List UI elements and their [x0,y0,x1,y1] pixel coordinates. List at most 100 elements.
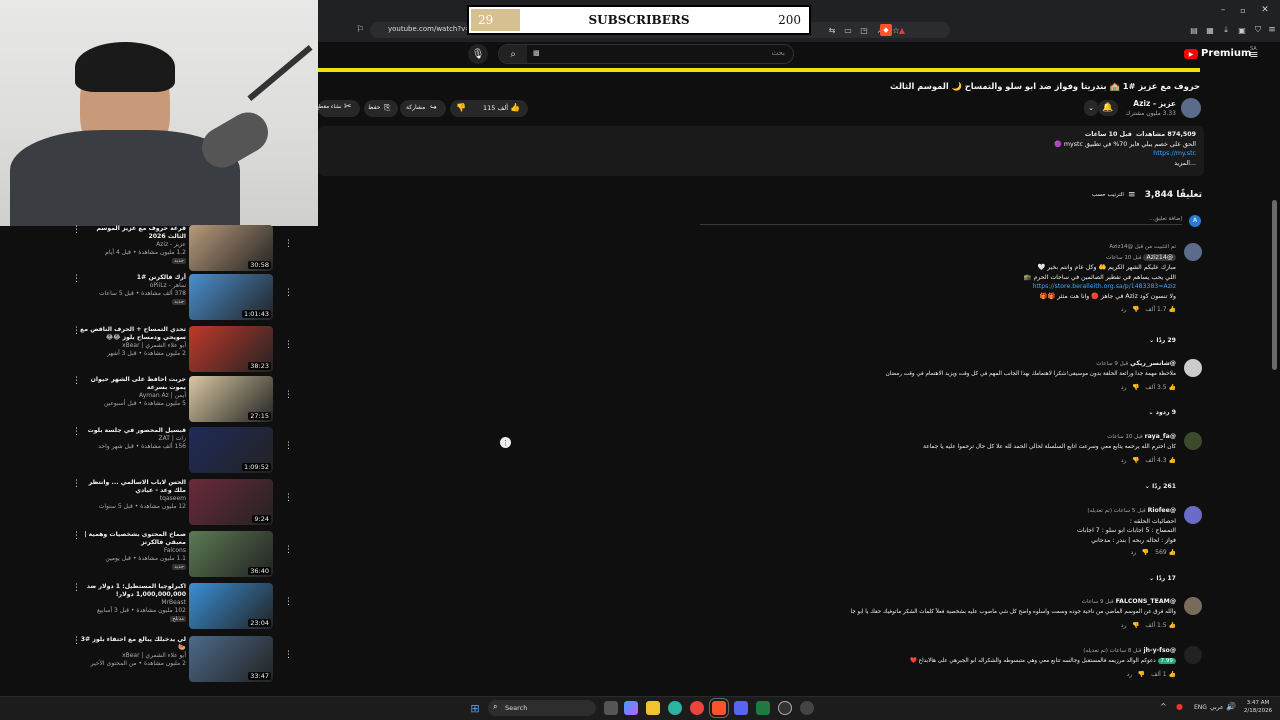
comment-reply-button[interactable]: رد [1121,457,1127,464]
replies-toggle[interactable]: 17 ردًا ⌄ [1100,575,1176,582]
clip-button[interactable]: ✂ إنشاء مقطع [316,100,360,117]
discord-icon[interactable] [734,701,748,715]
taskbar-search[interactable]: ⌕ Search [488,700,596,716]
more-options-icon[interactable]: ⋮ [72,225,81,235]
more-options-icon[interactable]: ⋮ [284,493,293,503]
comment-like-icon[interactable]: 👍 [1169,622,1176,629]
more-options-icon[interactable]: ⋮ [284,239,293,249]
recommendation-title[interactable]: قبسيل المحصور في جلسة بلوت [78,427,186,435]
more-options-icon[interactable]: ⋮ [72,326,81,336]
recommendation-card[interactable]: 36:40 صماخ المحتوى بشخصيات وهمية | معبقي … [66,531,296,583]
obs-icon[interactable] [778,701,792,715]
comment-reply-button[interactable]: رد [1121,384,1127,391]
edge-icon[interactable] [668,701,682,715]
recommendation-card[interactable]: 23:04 اكبرلوجيا المستطيل: 1 دولار ضد 1,00… [66,583,296,635]
task-view-icon[interactable] [604,701,618,715]
comment-dislike-icon[interactable]: 👎 [1132,306,1139,313]
recommendation-title[interactable]: لي يدخبلك يبالع مع احتفاء بلوز #3 🍉 [78,636,186,652]
vpn-icon[interactable]: ⛉ [1252,24,1264,36]
description-link[interactable]: https://my.stc [800,149,1196,159]
comment-dislike-icon[interactable]: 👎 [1142,549,1149,556]
comment-like-icon[interactable]: 👍 [1169,306,1176,313]
more-options-icon[interactable]: ⋮ [72,274,81,284]
tray-mic-icon[interactable]: ● [1176,702,1183,711]
comment-dislike-icon[interactable]: 👎 [1138,671,1145,678]
more-options-icon[interactable]: ⋮ [72,376,81,386]
recommendation-thumbnail[interactable]: 30:58 [189,225,273,271]
more-options-icon[interactable]: ⋮ [284,390,293,400]
clock[interactable]: 3:47 AM 2/18/2026 [1240,699,1276,715]
more-options-icon[interactable]: ⋮ [284,597,293,607]
comment-like-icon[interactable]: 👍 [1169,549,1176,556]
subscribe-dropdown-chevron-icon[interactable]: ⌄ [1084,100,1098,116]
dislike-button[interactable]: 👎 [456,103,466,112]
screenshot-icon[interactable]: ◳ [858,24,870,36]
app-icon[interactable] [800,701,814,715]
sort-comments-button[interactable]: الترتيب حسب ≡ [1086,190,1140,202]
comment-dislike-icon[interactable]: 👎 [1132,622,1139,629]
minimize-window-icon[interactable]: – [1216,4,1230,16]
comment-like-icon[interactable]: 👍 [1169,384,1176,391]
recommendation-card[interactable]: 38:23 تحدي التمساح + الحرف الناقص مع سويح… [66,326,296,378]
comment-avatar[interactable] [1184,359,1202,377]
bookmark-icon[interactable]: ⚐ [354,24,366,36]
recommendation-channel[interactable]: Falcons [78,547,186,555]
more-options-icon[interactable]: ⋮ [72,531,81,541]
downloads-icon[interactable]: ⤓ [1220,24,1232,36]
comment-author[interactable]: @Riofee [1148,507,1176,514]
volume-icon[interactable]: 🔊 [1226,702,1236,711]
excel-icon[interactable] [756,701,770,715]
comment-like-icon[interactable]: 👍 [1169,671,1176,678]
recommendation-thumbnail[interactable]: 1:09:52 [189,427,273,473]
recommendation-title[interactable]: تحدي التمساح + الحرف الناقص مع سويحي ودم… [78,326,186,342]
recommendation-channel[interactable]: tqaseem [78,495,186,503]
recommendation-channel[interactable]: أيمن | Ayman Az [78,392,186,400]
comment-avatar[interactable] [1184,597,1202,615]
guide-menu-icon[interactable]: ≡ [1246,46,1262,62]
wallet-icon[interactable]: ▣ [1236,24,1248,36]
comment-reply-button[interactable]: رد [1121,622,1127,629]
recommendation-thumbnail[interactable]: 9:24 [189,479,273,525]
comment-author[interactable]: @Aziz14 [1143,253,1176,261]
share-button[interactable]: ↪ مشاركة [400,100,446,117]
more-options-icon[interactable]: ⋮ [284,288,293,298]
recommendation-card[interactable]: 1:01:43 أرك فالكرتن #1 ساهر - oPiiLz 378 أل… [66,274,296,326]
page-scrollbar[interactable] [1272,200,1277,370]
browser-menu-icon[interactable]: ≡ [1266,24,1278,36]
tray-chevron-icon[interactable]: ^ [1160,702,1167,711]
recommendation-title[interactable]: قرعة حروف مع عزيز الموسم الثالث 2026 [78,225,186,241]
recommendation-channel[interactable]: MrBeast [78,599,186,607]
search-icon[interactable]: ⌕ [499,45,527,63]
comment-reply-button[interactable]: رد [1127,671,1133,678]
comment-avatar[interactable] [1184,646,1202,664]
recommendation-thumbnail[interactable]: 27:15 [189,376,273,422]
recommendation-channel[interactable]: أبو علاء الشمري | xBear [78,652,186,660]
add-comment-input[interactable]: إضافة تعليق... [700,216,1182,225]
search-bar[interactable]: ⌕ ▩ بحث [498,44,794,64]
more-options-icon[interactable]: ⋮ [284,545,293,555]
voice-search-icon[interactable]: 🎙 [468,44,488,64]
brave-rewards-icon[interactable]: ▲ [896,24,908,36]
comment-link[interactable]: https://store.beralleith.org.sa/p/148338… [846,282,1176,292]
like-button[interactable]: 👍 [510,103,520,112]
comment-reply-button[interactable]: رد [1131,549,1137,556]
recommendation-channel[interactable]: عزيز - Aziz [78,241,186,249]
recommendation-thumbnail[interactable]: 38:23 [189,326,273,372]
recommendation-card[interactable]: 9:24 الحس لاباب الاسالمي ... وانتظر ملك و… [66,479,296,531]
channel-avatar[interactable] [1181,98,1201,118]
keyboard-language-secondary[interactable]: عربي [1210,704,1224,711]
comment-author[interactable]: @raya_fa [1145,433,1176,440]
comment-dislike-icon[interactable]: 👎 [1132,457,1139,464]
recommendation-card[interactable]: 30:58 قرعة حروف مع عزيز الموسم الثالث 202… [66,225,296,277]
more-options-icon[interactable]: ⋮ [284,650,293,660]
recommendation-thumbnail[interactable]: 36:40 [189,531,273,577]
comment-reply-button[interactable]: رد [1121,306,1127,313]
translate-icon[interactable]: ⇆ [826,24,838,36]
recommendation-channel[interactable]: أبو علاء الشمري | xBear [78,342,186,350]
chrome-icon[interactable] [690,701,704,715]
save-button[interactable]: ⎘ حفظ [364,100,398,117]
comment-avatar[interactable] [1184,506,1202,524]
replies-toggle[interactable]: 29 ردًا ⌄ [1100,337,1176,344]
recommendation-title[interactable]: جربت احافظ على الشهر حيوان يموت بسرعة [78,376,186,392]
more-options-icon[interactable]: ⋮ [500,437,511,448]
